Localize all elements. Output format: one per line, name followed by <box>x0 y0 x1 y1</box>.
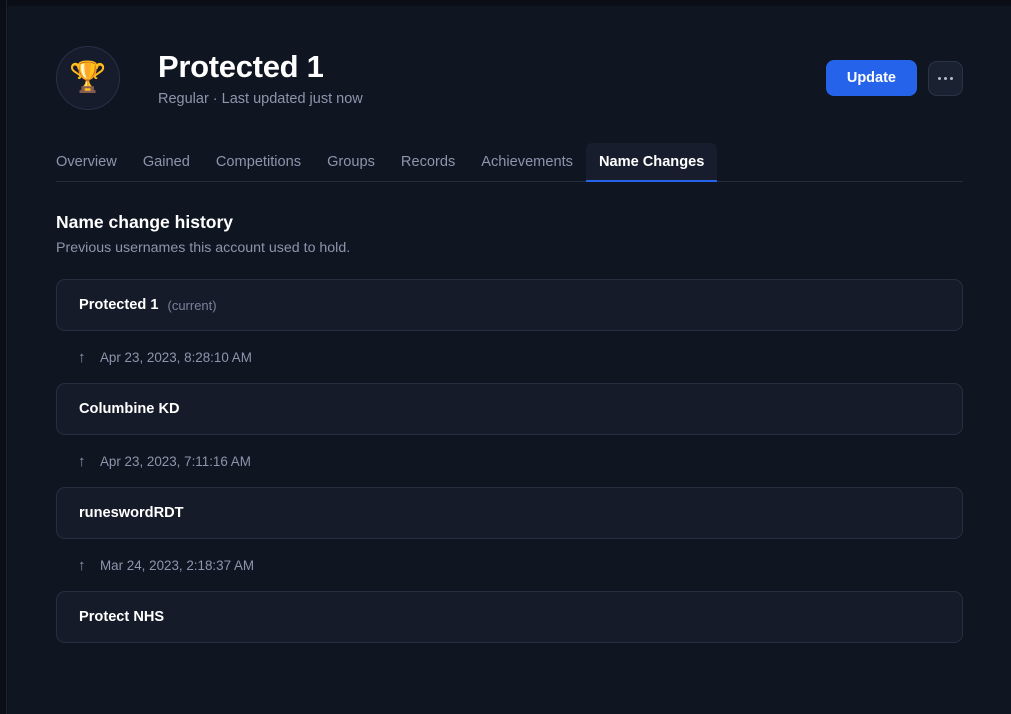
header-actions: Update <box>825 60 963 96</box>
name-change-transition: ↑ Apr 23, 2023, 8:28:10 AM <box>56 331 963 383</box>
profile-title-block: Protected 1 Regular · Last updated just … <box>158 49 826 108</box>
change-timestamp: Mar 24, 2023, 2:18:37 AM <box>100 557 255 573</box>
tab-overview[interactable]: Overview <box>43 143 130 181</box>
name-card: Protect NHS <box>56 591 963 643</box>
profile-subtitle: Regular · Last updated just now <box>158 91 363 108</box>
more-options-button[interactable] <box>928 60 963 96</box>
section-description: Previous usernames this account used to … <box>56 240 351 256</box>
tab-achievements[interactable]: Achievements <box>468 143 586 181</box>
ellipsis-icon <box>944 76 947 80</box>
trophy-icon: 🏆 <box>69 61 107 94</box>
profile-tabs: Overview Gained Competitions Groups Reco… <box>56 143 963 182</box>
tab-gained[interactable]: Gained <box>130 143 203 181</box>
update-button[interactable]: Update <box>825 60 917 96</box>
name-label: Protected 1 <box>79 297 159 313</box>
name-card: Columbine KD <box>56 383 963 435</box>
name-label: runeswordRDT <box>79 505 184 521</box>
page-content: 🏆 Protected 1 Regular · Last updated jus… <box>8 6 1011 643</box>
name-change-transition: ↑ Apr 23, 2023, 7:11:16 AM <box>56 435 963 487</box>
change-timestamp: Apr 23, 2023, 8:28:10 AM <box>100 349 252 365</box>
change-timestamp: Apr 23, 2023, 7:11:16 AM <box>100 453 251 469</box>
profile-page: 🏆 Protected 1 Regular · Last updated jus… <box>8 6 1011 714</box>
tab-competitions[interactable]: Competitions <box>203 143 314 181</box>
name-change-timeline: Protected 1 (current) ↑ Apr 23, 2023, 8:… <box>56 279 963 643</box>
arrow-up-icon: ↑ <box>78 556 86 574</box>
profile-header: 🏆 Protected 1 Regular · Last updated jus… <box>56 6 963 110</box>
current-badge: (current) <box>167 297 217 313</box>
arrow-up-icon: ↑ <box>78 452 86 470</box>
tab-groups[interactable]: Groups <box>314 143 388 181</box>
tab-records[interactable]: Records <box>388 143 468 181</box>
name-card: Protected 1 (current) <box>56 279 963 331</box>
ellipsis-icon <box>950 76 953 80</box>
name-label: Protect NHS <box>79 609 165 625</box>
page-title: Protected 1 <box>158 48 324 84</box>
tab-name-changes[interactable]: Name Changes <box>585 143 718 182</box>
section-title: Name change history <box>56 212 233 232</box>
name-change-transition: ↑ Mar 24, 2023, 2:18:37 AM <box>56 539 963 591</box>
name-label: Columbine KD <box>79 401 180 417</box>
name-card: runeswordRDT <box>56 487 963 539</box>
arrow-up-icon: ↑ <box>78 348 86 366</box>
ellipsis-icon <box>938 76 941 80</box>
section-header: Name change history Previous usernames t… <box>56 212 963 256</box>
window-left-gutter <box>0 0 7 714</box>
avatar: 🏆 <box>56 46 120 110</box>
